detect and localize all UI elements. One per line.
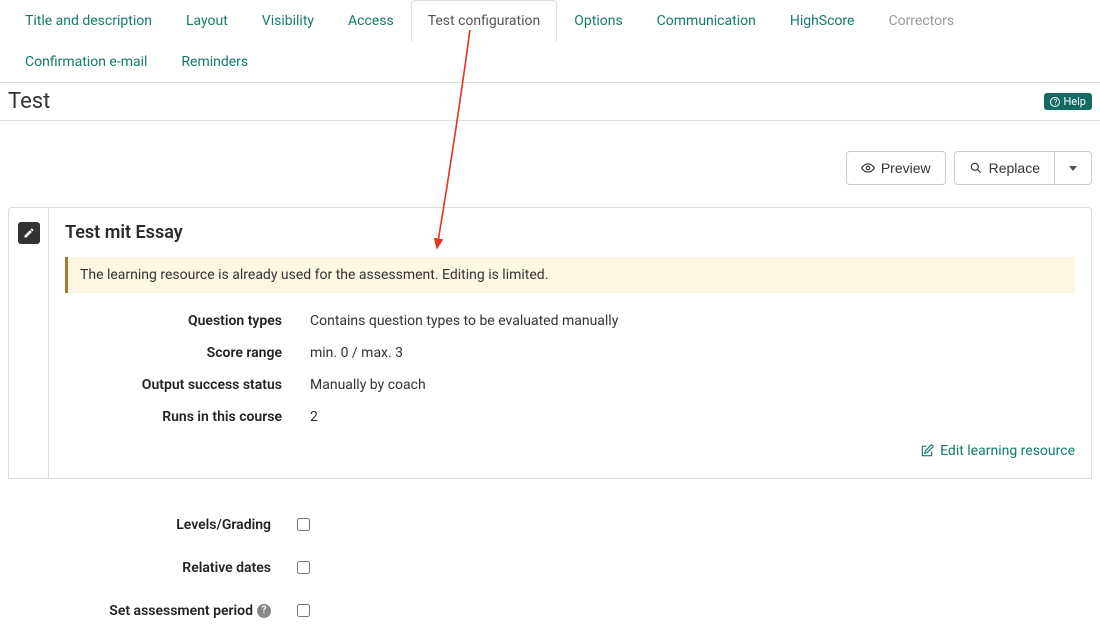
edit-learning-resource-link[interactable]: Edit learning resource	[920, 443, 1075, 459]
preview-label: Preview	[881, 160, 931, 176]
label-assessment-period: Set assessment period ?	[8, 603, 293, 619]
label-relative-dates: Relative dates	[8, 560, 293, 576]
checkbox-assessment-period[interactable]	[297, 604, 310, 617]
eye-icon	[861, 161, 875, 175]
page-header: Test ? Help	[0, 83, 1100, 121]
resource-panel: Test mit Essay The learning resource is …	[48, 207, 1092, 479]
value-runs: 2	[310, 409, 318, 425]
row-levels-grading: Levels/Grading	[8, 503, 1092, 546]
resource-title: Test mit Essay	[65, 222, 1075, 243]
config-form: Levels/Grading Relative dates Set assess…	[8, 503, 1092, 632]
preview-button[interactable]: Preview	[846, 151, 946, 185]
value-question-types: Contains question types to be evaluated …	[310, 313, 618, 329]
tab-test-configuration[interactable]: Test configuration	[411, 0, 558, 42]
label-runs: Runs in this course	[65, 409, 310, 425]
help-icon[interactable]: ?	[257, 604, 271, 618]
label-score-range: Score range	[65, 345, 310, 361]
chevron-down-icon	[1069, 166, 1077, 171]
label-question-types: Question types	[65, 313, 310, 329]
help-button[interactable]: ? Help	[1044, 93, 1092, 110]
panel-footer: Edit learning resource	[65, 443, 1075, 462]
tab-correctors: Correctors	[871, 0, 971, 42]
search-icon	[969, 161, 983, 175]
edit-link-label: Edit learning resource	[940, 443, 1075, 459]
pencil-icon	[18, 222, 40, 244]
replace-button[interactable]: Replace	[954, 151, 1055, 185]
page-title: Test	[8, 89, 50, 114]
replace-dropdown-toggle[interactable]	[1054, 151, 1092, 185]
row-output-status: Output success status Manually by coach	[65, 369, 1075, 401]
value-output-status: Manually by coach	[310, 377, 426, 393]
tab-confirmation-email[interactable]: Confirmation e-mail	[8, 41, 164, 83]
replace-button-group: Replace	[954, 151, 1092, 185]
warning-alert: The learning resource is already used fo…	[65, 257, 1075, 293]
checkbox-relative-dates[interactable]	[297, 561, 310, 574]
label-output-status: Output success status	[65, 377, 310, 393]
tab-bar: Title and description Layout Visibility …	[0, 0, 1100, 83]
row-assessment-period: Set assessment period ?	[8, 589, 1092, 632]
value-score-range: min. 0 / max. 3	[310, 345, 403, 361]
help-icon: ?	[1050, 97, 1060, 107]
row-score-range: Score range min. 0 / max. 3	[65, 337, 1075, 369]
help-label: Help	[1063, 95, 1086, 108]
tab-layout[interactable]: Layout	[169, 0, 245, 42]
tab-access[interactable]: Access	[331, 0, 411, 42]
replace-label: Replace	[989, 160, 1040, 176]
panel-edit-handle[interactable]	[8, 207, 48, 479]
tab-options[interactable]: Options	[557, 0, 639, 42]
tab-title-description[interactable]: Title and description	[8, 0, 169, 42]
row-relative-dates: Relative dates	[8, 546, 1092, 589]
tab-highscore[interactable]: HighScore	[773, 0, 872, 42]
tab-communication[interactable]: Communication	[640, 0, 773, 42]
edit-icon	[920, 444, 934, 458]
resource-panel-wrap: Test mit Essay The learning resource is …	[8, 207, 1092, 479]
row-question-types: Question types Contains question types t…	[65, 305, 1075, 337]
toolbar: Preview Replace	[0, 121, 1100, 207]
tab-visibility[interactable]: Visibility	[245, 0, 331, 42]
tab-reminders[interactable]: Reminders	[164, 41, 265, 83]
checkbox-levels-grading[interactable]	[297, 518, 310, 531]
row-runs: Runs in this course 2	[65, 401, 1075, 433]
label-levels-grading: Levels/Grading	[8, 517, 293, 533]
